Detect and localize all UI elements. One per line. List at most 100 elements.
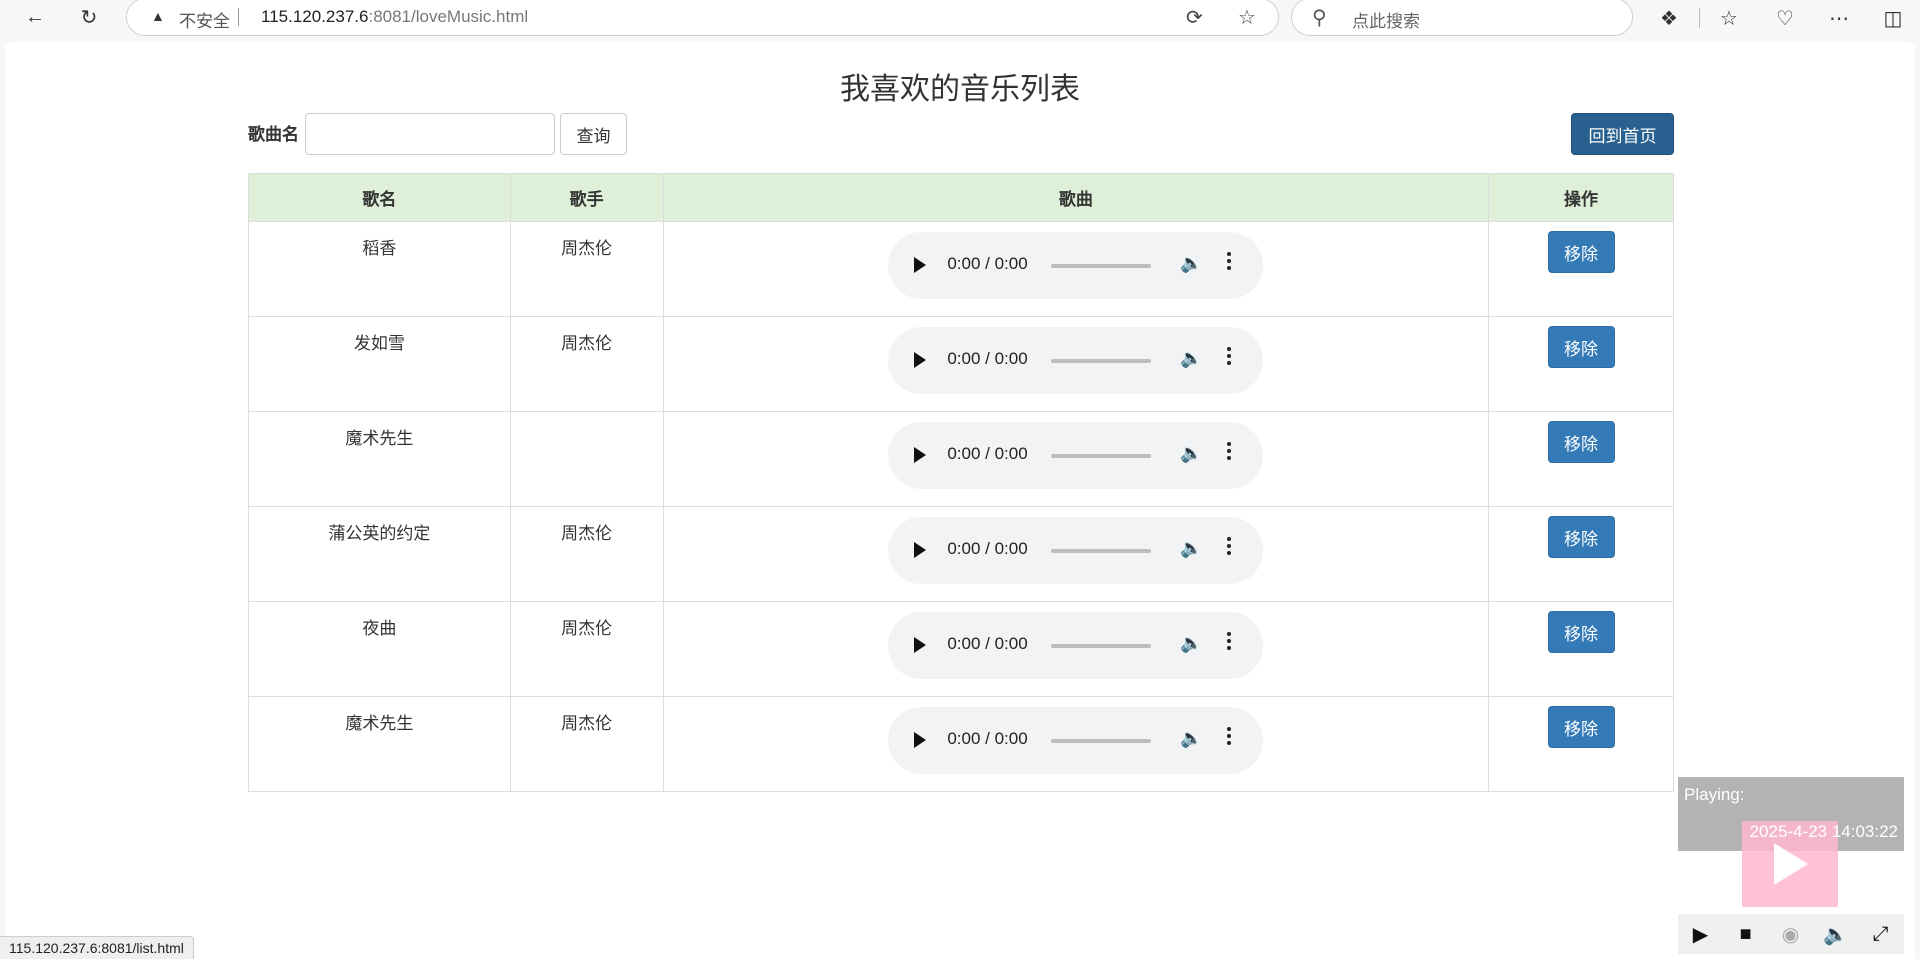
audio-time: 0:00 / 0:00 bbox=[947, 729, 1028, 748]
action-cell: 移除 bbox=[1488, 506, 1674, 602]
address-bar[interactable]: ▲ 不安全 115.120.237.6:8081/loveMusic.html … bbox=[126, 0, 1279, 36]
song-title: 夜曲 bbox=[248, 601, 511, 697]
remove-button[interactable]: 移除 bbox=[1547, 516, 1615, 558]
audio-time: 0:00 / 0:00 bbox=[947, 539, 1028, 558]
audio-time: 0:00 / 0:00 bbox=[947, 254, 1028, 273]
record-icon[interactable]: ◉ bbox=[1768, 914, 1813, 954]
fullscreen-icon[interactable]: ⤢ bbox=[1858, 914, 1903, 954]
action-cell: 移除 bbox=[1488, 316, 1674, 412]
play-icon[interactable] bbox=[914, 447, 927, 463]
song-artist: 周杰伦 bbox=[509, 696, 664, 792]
audio-progress-bar[interactable] bbox=[1051, 454, 1152, 458]
song-title: 魔术先生 bbox=[248, 696, 511, 792]
audio-time: 0:00 / 0:00 bbox=[947, 349, 1028, 368]
table-row: 魔术先生 0:00 / 0:00 🔈 移除 bbox=[248, 411, 1674, 507]
audio-player[interactable]: 0:00 / 0:00 🔈 bbox=[888, 707, 1264, 774]
song-artist bbox=[509, 411, 664, 507]
remove-button[interactable]: 移除 bbox=[1547, 706, 1615, 748]
audio-more-icon[interactable] bbox=[1227, 727, 1232, 753]
audio-cell: 0:00 / 0:00 🔈 bbox=[662, 696, 1490, 792]
remove-button[interactable]: 移除 bbox=[1547, 231, 1615, 273]
audio-more-icon[interactable] bbox=[1227, 537, 1232, 563]
song-artist: 周杰伦 bbox=[509, 601, 664, 697]
remove-button[interactable]: 移除 bbox=[1547, 326, 1615, 368]
volume-icon[interactable]: 🔈 bbox=[1180, 538, 1202, 559]
audio-more-icon[interactable] bbox=[1227, 632, 1232, 658]
back-arrow-icon[interactable]: ← bbox=[20, 3, 50, 31]
refresh-icon[interactable]: ↻ bbox=[74, 3, 104, 31]
audio-player[interactable]: 0:00 / 0:00 🔈 bbox=[888, 422, 1264, 489]
sidebar-toggle-icon[interactable]: ◫ bbox=[1878, 4, 1908, 32]
song-title: 发如雪 bbox=[248, 316, 511, 412]
insecure-label: 不安全 bbox=[179, 12, 230, 32]
audio-progress-bar[interactable] bbox=[1051, 549, 1152, 553]
remove-button[interactable]: 移除 bbox=[1547, 611, 1615, 653]
playing-label: Playing: bbox=[1684, 785, 1745, 804]
song-title: 稻香 bbox=[248, 221, 511, 317]
action-cell: 移除 bbox=[1488, 601, 1674, 697]
play-icon[interactable] bbox=[914, 732, 927, 748]
query-button[interactable]: 查询 bbox=[560, 113, 627, 155]
more-options-icon[interactable]: ⋯ bbox=[1824, 4, 1854, 32]
audio-cell: 0:00 / 0:00 🔈 bbox=[662, 601, 1490, 697]
audio-time: 0:00 / 0:00 bbox=[947, 444, 1028, 463]
table-row: 夜曲 周杰伦 0:00 / 0:00 🔈 移除 bbox=[248, 601, 1674, 697]
audio-player[interactable]: 0:00 / 0:00 🔈 bbox=[888, 517, 1264, 584]
audio-more-icon[interactable] bbox=[1227, 347, 1232, 373]
table-row: 稻香 周杰伦 0:00 / 0:00 🔈 移除 bbox=[248, 221, 1674, 317]
extensions-icon[interactable]: ❖ bbox=[1654, 4, 1684, 32]
edge-icon[interactable]: ⟳ bbox=[1186, 5, 1203, 30]
volume-icon[interactable]: 🔈 bbox=[1180, 443, 1202, 464]
play-icon[interactable] bbox=[914, 257, 927, 273]
music-table: 歌名 歌手 歌曲 操作 稻香 周杰伦 0:00 / 0:00 🔈 移除 发如雪 … bbox=[248, 173, 1674, 792]
table-row: 魔术先生 周杰伦 0:00 / 0:00 🔈 移除 bbox=[248, 696, 1674, 792]
audio-progress-bar[interactable] bbox=[1051, 739, 1152, 743]
header-action: 操作 bbox=[1488, 173, 1674, 222]
audio-progress-bar[interactable] bbox=[1051, 264, 1152, 268]
audio-cell: 0:00 / 0:00 🔈 bbox=[662, 221, 1490, 317]
stop-icon[interactable]: ■ bbox=[1723, 914, 1768, 954]
header-artist: 歌手 bbox=[509, 173, 664, 222]
action-cell: 移除 bbox=[1488, 696, 1674, 792]
audio-progress-bar[interactable] bbox=[1051, 359, 1152, 363]
table-header-row: 歌名 歌手 歌曲 操作 bbox=[248, 173, 1674, 222]
audio-player[interactable]: 0:00 / 0:00 🔈 bbox=[888, 612, 1264, 679]
address-divider bbox=[238, 8, 239, 26]
widget-clock: 2025-4-23 14:03:22 bbox=[1749, 822, 1898, 841]
play-icon[interactable] bbox=[914, 352, 927, 368]
volume-icon[interactable]: 🔈 bbox=[1180, 348, 1202, 369]
favorite-star-icon[interactable]: ☆ bbox=[1238, 5, 1256, 30]
browser-search-box[interactable]: ⚲ 点此搜索 bbox=[1291, 0, 1633, 36]
browser-essentials-icon[interactable]: ♡ bbox=[1770, 4, 1800, 32]
search-icon: ⚲ bbox=[1312, 7, 1327, 29]
song-name-input[interactable] bbox=[305, 113, 555, 155]
volume-icon[interactable]: 🔈 bbox=[1180, 633, 1202, 654]
song-title: 蒲公英的约定 bbox=[248, 506, 511, 602]
audio-more-icon[interactable] bbox=[1227, 442, 1232, 468]
browser-toolbar: ← ↻ ▲ 不安全 115.120.237.6:8081/loveMusic.h… bbox=[0, 0, 1920, 36]
audio-player[interactable]: 0:00 / 0:00 🔈 bbox=[888, 327, 1264, 394]
play-icon[interactable]: ▶ bbox=[1678, 914, 1723, 954]
favorites-list-icon[interactable]: ☆ bbox=[1714, 4, 1744, 32]
play-icon[interactable] bbox=[914, 637, 927, 653]
url-text: 115.120.237.6:8081/loveMusic.html bbox=[261, 7, 529, 26]
search-placeholder: 点此搜索 bbox=[1352, 12, 1420, 32]
audio-player[interactable]: 0:00 / 0:00 🔈 bbox=[888, 232, 1264, 299]
play-icon[interactable] bbox=[914, 542, 927, 558]
volume-icon[interactable]: 🔈 bbox=[1180, 728, 1202, 749]
header-song-title: 歌名 bbox=[248, 173, 511, 222]
big-play-icon bbox=[1774, 843, 1808, 885]
volume-icon[interactable]: 🔈 bbox=[1180, 253, 1202, 274]
song-artist: 周杰伦 bbox=[509, 316, 664, 412]
song-artist: 周杰伦 bbox=[509, 506, 664, 602]
home-button[interactable]: 回到首页 bbox=[1571, 113, 1674, 155]
audio-cell: 0:00 / 0:00 🔈 bbox=[662, 506, 1490, 602]
audio-more-icon[interactable] bbox=[1227, 252, 1232, 278]
audio-cell: 0:00 / 0:00 🔈 bbox=[662, 411, 1490, 507]
audio-progress-bar[interactable] bbox=[1051, 644, 1152, 648]
action-cell: 移除 bbox=[1488, 411, 1674, 507]
volume-icon[interactable]: 🔈 bbox=[1813, 914, 1858, 954]
audio-cell: 0:00 / 0:00 🔈 bbox=[662, 316, 1490, 412]
song-name-label: 歌曲名 bbox=[248, 125, 299, 145]
remove-button[interactable]: 移除 bbox=[1547, 421, 1615, 463]
